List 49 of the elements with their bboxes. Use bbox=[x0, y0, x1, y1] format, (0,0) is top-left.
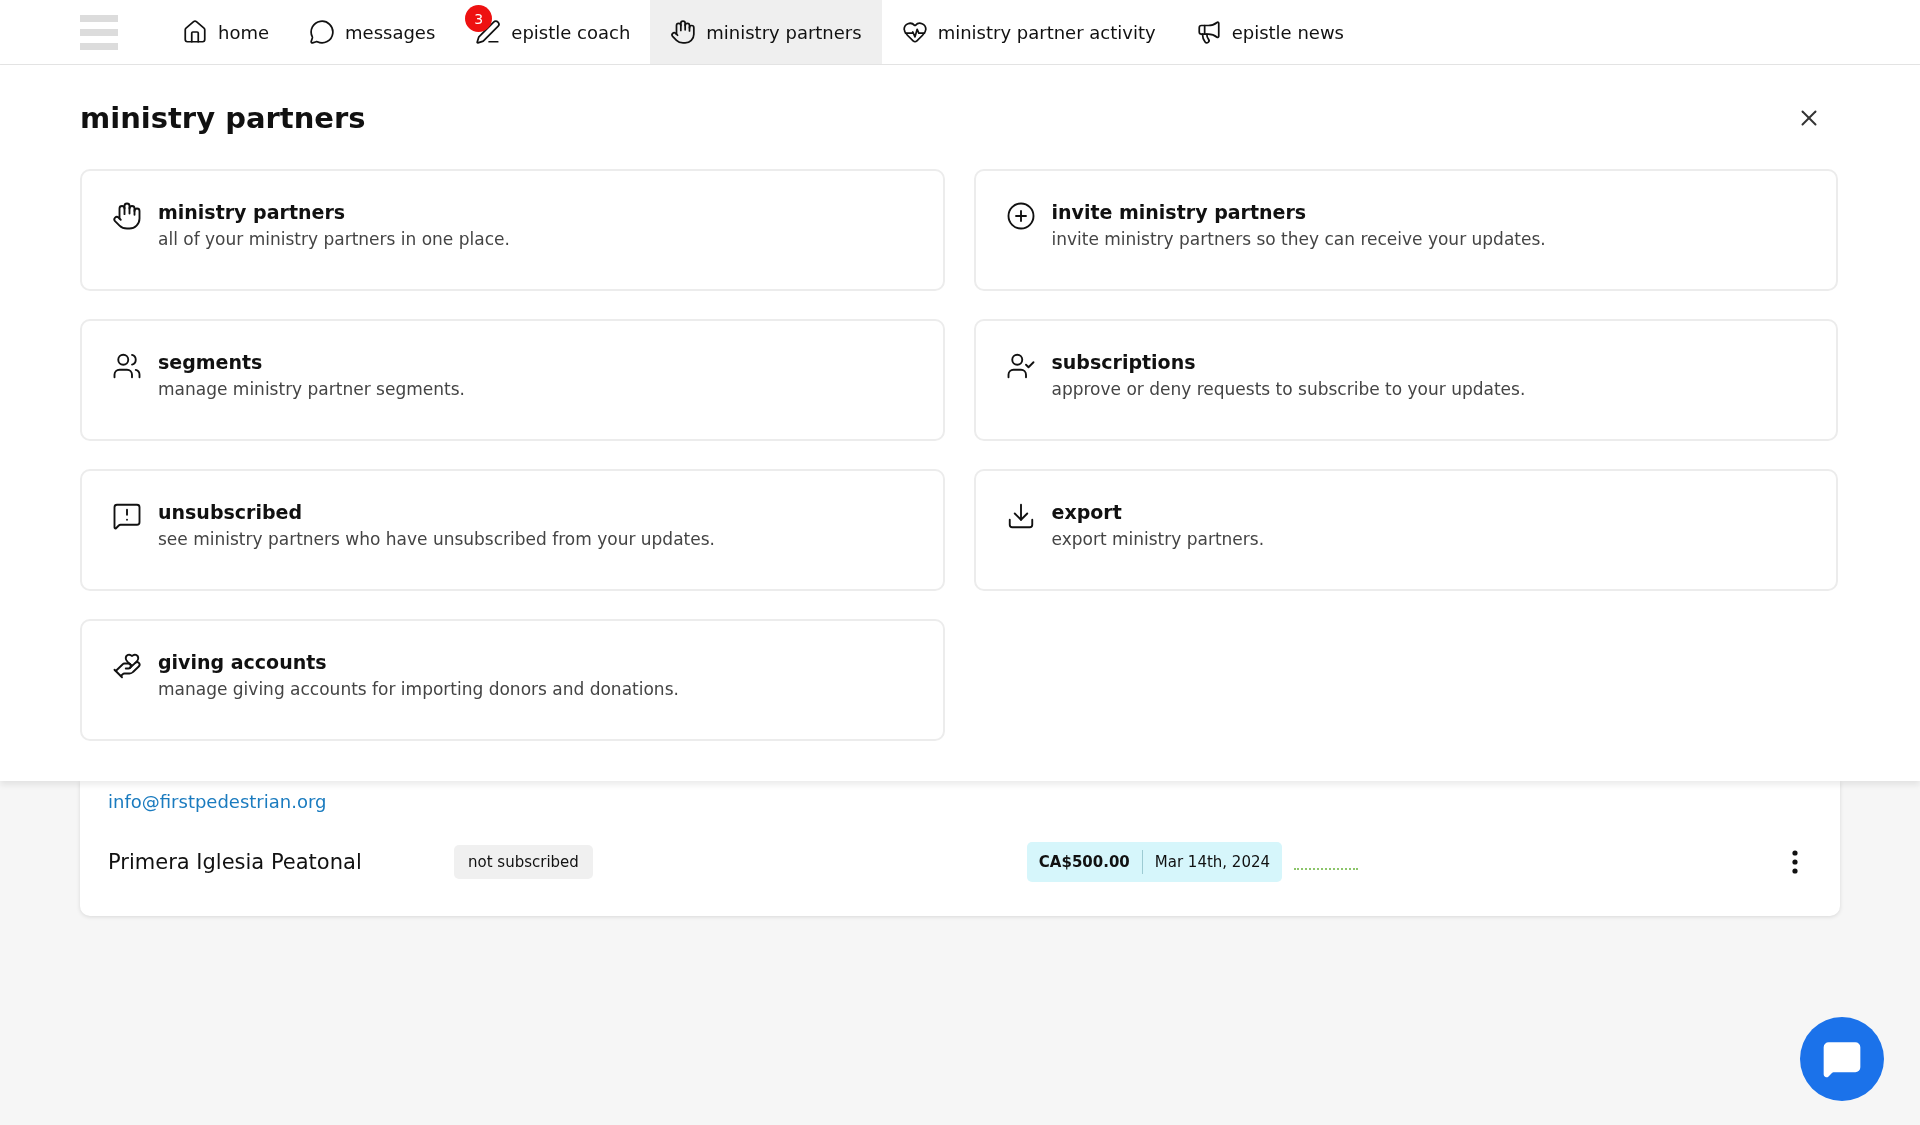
house-icon bbox=[182, 19, 208, 45]
nav-tab[interactable]: ministry partners bbox=[650, 0, 882, 64]
hand-icon bbox=[112, 201, 142, 231]
partner-name: Primera Iglesia Peatonal bbox=[108, 850, 363, 874]
menu-card[interactable]: export export ministry partners. bbox=[973, 469, 1838, 591]
user-check-icon bbox=[1005, 351, 1036, 381]
chat-bubble-icon bbox=[309, 19, 336, 45]
dotted-line bbox=[1294, 868, 1359, 870]
nav-tab[interactable]: home bbox=[162, 0, 290, 64]
donation-amount: CA$500.00 bbox=[1038, 853, 1130, 871]
card-title: segments bbox=[158, 351, 264, 373]
card-description: see ministry partners who have unsubscribed from your updates. bbox=[158, 529, 715, 549]
menu-card[interactable]: unsubscribed see ministry partners who have unsubscribed from your updates. bbox=[80, 469, 945, 591]
card-title: ministry partners bbox=[158, 201, 347, 223]
notification-badge: 3 bbox=[465, 5, 493, 32]
email-link[interactable]: info@firstpedestrian.org bbox=[108, 791, 1812, 812]
menu-card[interactable]: invite ministry partners invite ministry partners so they can receive your updates. bbox=[973, 169, 1838, 291]
menu-card[interactable]: segments manage ministry partner segments. bbox=[80, 319, 945, 441]
card-description: invite ministry partners so they can receive your updates. bbox=[1051, 229, 1546, 249]
heart-pulse-icon bbox=[901, 19, 928, 45]
card-description: export ministry partners. bbox=[1051, 529, 1265, 549]
card-description: manage ministry partner segments. bbox=[158, 379, 465, 399]
more-button[interactable] bbox=[1792, 850, 1798, 874]
nav-tab[interactable]: epistle news bbox=[1175, 0, 1364, 64]
megaphone-icon bbox=[1195, 19, 1222, 45]
card-title: export bbox=[1051, 501, 1123, 523]
menu-card[interactable]: subscriptions approve or deny requests to subscribe to your updates. bbox=[973, 319, 1838, 441]
nav-tab[interactable]: ministry partner activity bbox=[881, 0, 1176, 64]
chat-icon bbox=[1822, 1039, 1862, 1079]
card-title: giving accounts bbox=[158, 651, 328, 673]
card-description: approve or deny requests to subscribe to your updates. bbox=[1051, 379, 1526, 399]
exclamation-bubble-icon bbox=[112, 501, 142, 531]
card-title: invite ministry partners bbox=[1051, 201, 1308, 223]
users-icon bbox=[112, 351, 142, 381]
panel-title: ministry partners bbox=[80, 101, 366, 135]
menu-card[interactable]: giving accounts manage giving accounts for importing donors and donations. bbox=[80, 619, 945, 741]
card-title: unsubscribed bbox=[158, 501, 304, 523]
more-icon bbox=[1792, 850, 1798, 874]
status-tag: not subscribed bbox=[454, 845, 593, 879]
nav-tab[interactable]: epistle coach 3 bbox=[455, 0, 651, 64]
hand-heart-icon bbox=[112, 651, 142, 681]
nav-tab[interactable]: messages bbox=[289, 0, 456, 64]
card-description: all of your ministry partners in one place. bbox=[158, 229, 510, 249]
plus-circle-icon bbox=[1005, 201, 1036, 231]
donation-date: Mar 14th, 2024 bbox=[1154, 853, 1271, 871]
menu-card[interactable]: ministry partners all of your ministry partners in one place. bbox=[80, 169, 945, 291]
card-title: subscriptions bbox=[1051, 351, 1197, 373]
hand-icon bbox=[670, 19, 697, 45]
card-description: manage giving accounts for importing donors and donations. bbox=[158, 679, 679, 699]
